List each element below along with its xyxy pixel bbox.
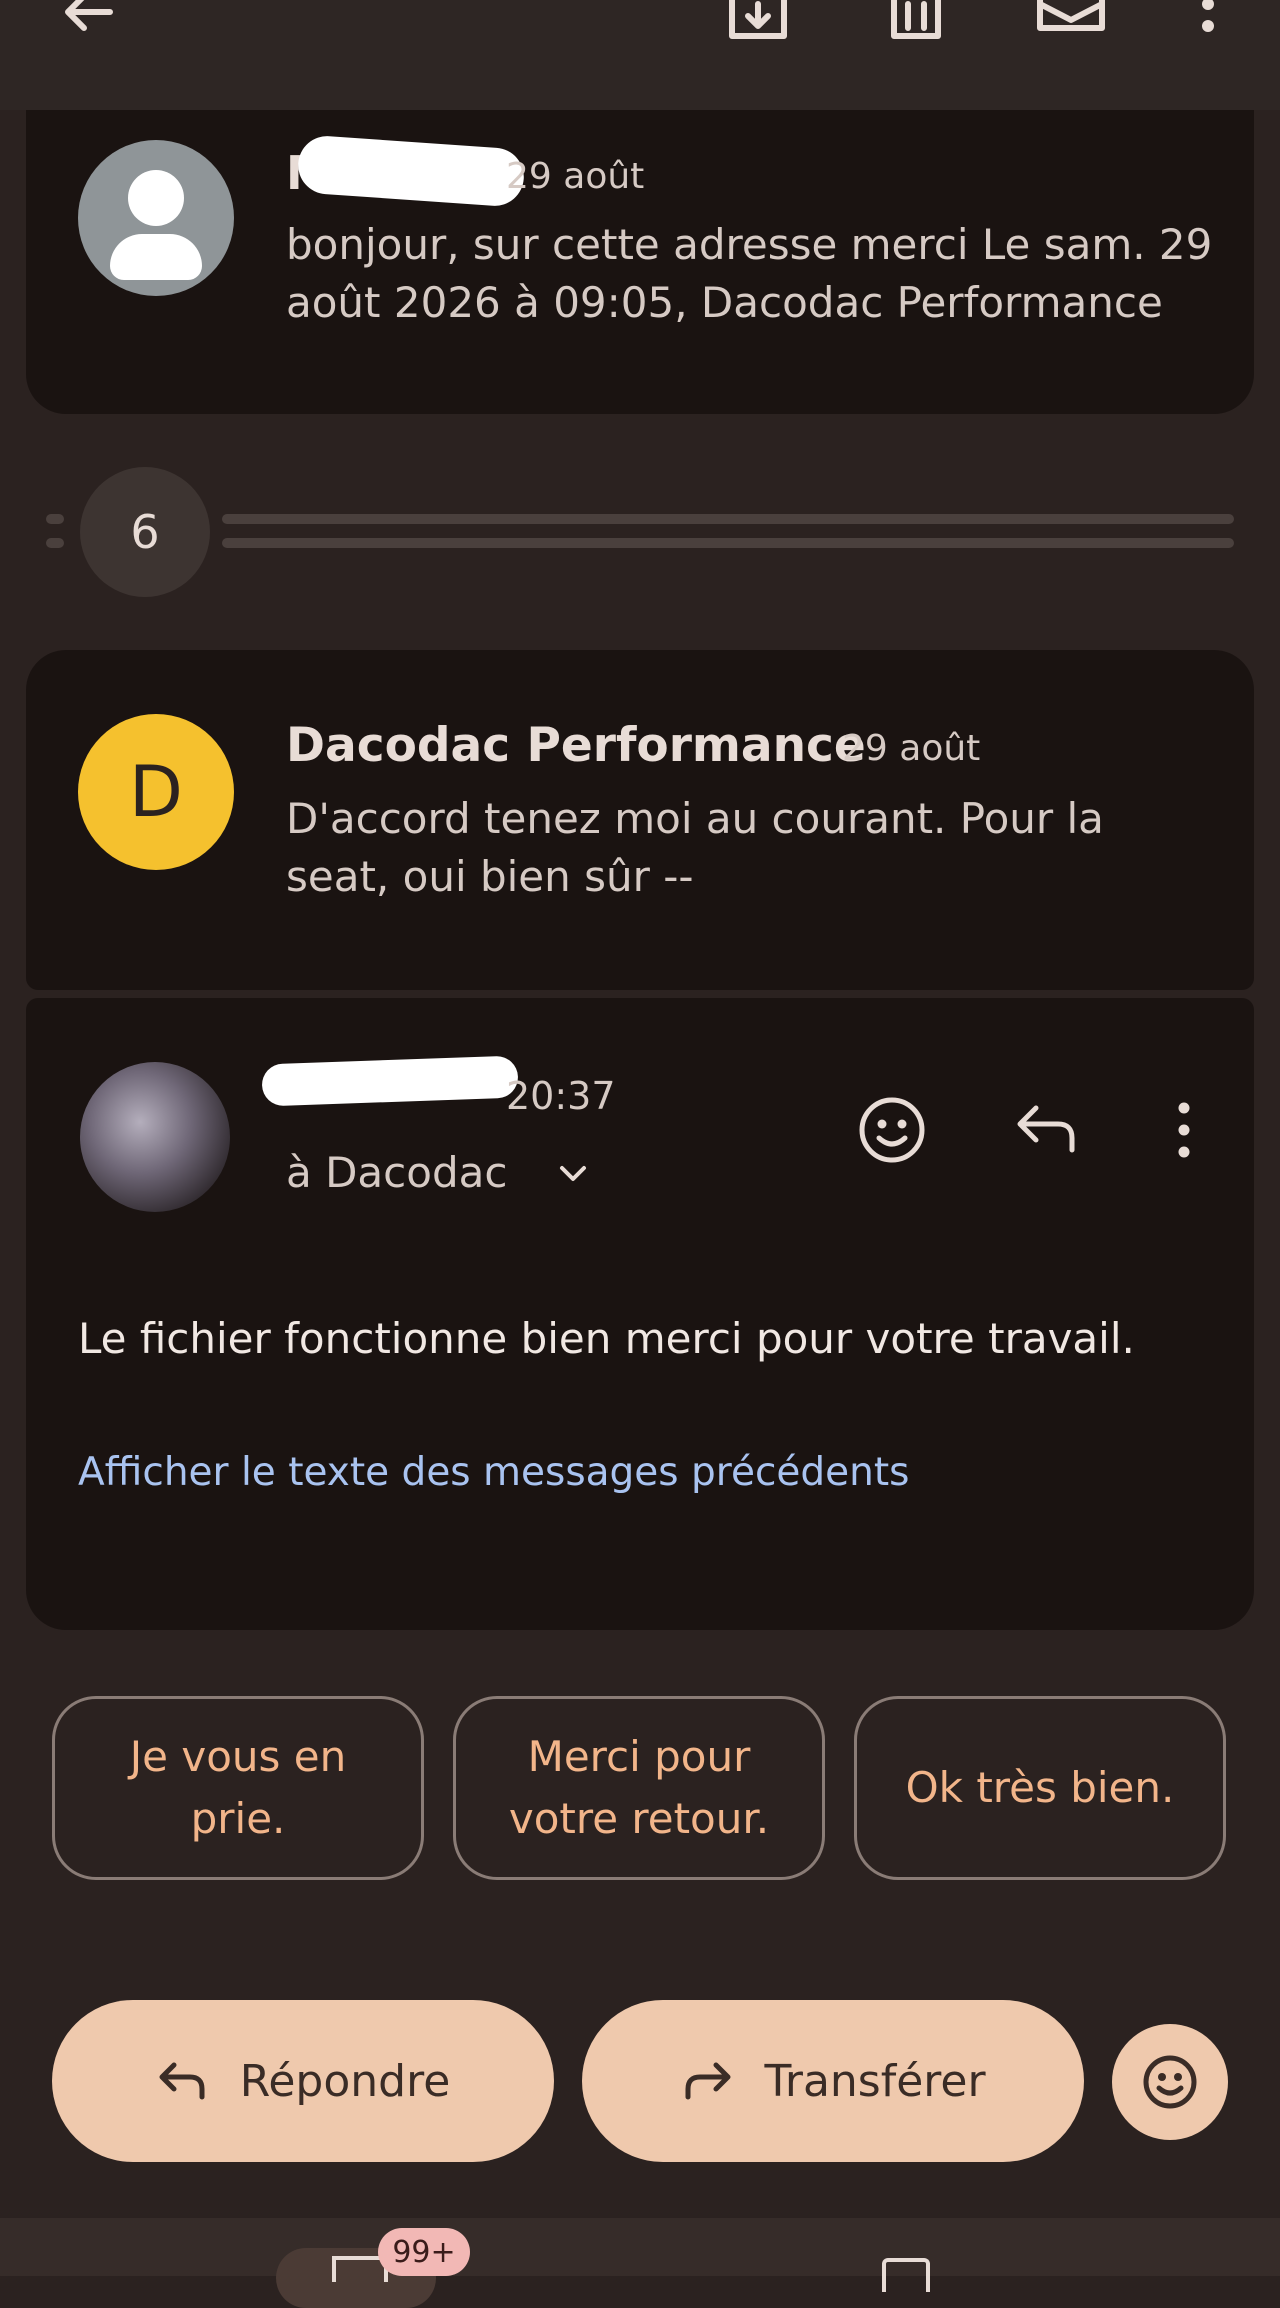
avatar: D — [78, 714, 234, 870]
person-icon — [78, 140, 234, 296]
trash-icon[interactable] — [886, 0, 946, 44]
smart-reply-chip[interactable]: Merci pour votre retour. — [453, 1696, 825, 1880]
more-vertical-icon[interactable] — [1172, 1100, 1196, 1160]
unread-badge: 99+ — [378, 2228, 470, 2276]
recipient-label[interactable]: à Dacodac — [286, 1148, 507, 1197]
divider — [46, 514, 64, 524]
message-card-2[interactable]: D Dacodac Performance 29 août D'accord t… — [26, 650, 1254, 990]
avatar — [80, 1062, 230, 1212]
forward-icon — [685, 2062, 731, 2100]
message-date: 29 août — [506, 156, 645, 197]
message-date: 29 août — [842, 728, 981, 769]
message-preview: D'accord tenez moi au courant. Pour la s… — [286, 794, 1104, 901]
mail-icon[interactable] — [1036, 0, 1106, 40]
archive-icon[interactable] — [728, 0, 788, 44]
arrow-left-icon[interactable] — [58, 0, 118, 40]
chevron-down-icon[interactable] — [556, 1162, 590, 1186]
emoji-button[interactable] — [1112, 2024, 1228, 2140]
collapsed-count-badge[interactable]: 6 — [80, 467, 210, 597]
message-preview: bonjour, sur cette adresse merci Le sam.… — [286, 220, 1213, 327]
show-quoted-link[interactable]: Afficher le texte des messages précédent… — [78, 1450, 909, 1495]
top-app-bar — [0, 0, 1280, 110]
emoji-reaction-icon[interactable] — [856, 1094, 928, 1166]
forward-button[interactable]: Transférer — [582, 2000, 1084, 2162]
forward-label: Transférer — [764, 2055, 986, 2107]
smart-reply-chip[interactable]: Ok très bien. — [854, 1696, 1226, 1880]
message-time: 20:37 — [506, 1074, 616, 1118]
more-vertical-icon[interactable] — [1196, 0, 1220, 40]
collapsed-line — [222, 538, 1234, 548]
redaction-mark — [261, 1055, 519, 1107]
message-body: Le fichier fonctionne bien merci pour vo… — [78, 1314, 1135, 1363]
collapsed-line — [222, 514, 1234, 524]
divider — [46, 538, 64, 548]
bottom-navigation: 99+ — [0, 2218, 1280, 2308]
message-card-3: 20:37 à Dacodac Le fichier fonctionne bi… — [26, 998, 1254, 1630]
video-icon[interactable] — [882, 2258, 930, 2292]
sender-name: Dacodac Performance — [286, 718, 866, 773]
smart-reply-chip[interactable]: Je vous en prie. — [52, 1696, 424, 1880]
reply-icon — [159, 2062, 205, 2100]
reply-button[interactable]: Répondre — [52, 2000, 554, 2162]
reply-label: Répondre — [239, 2055, 451, 2107]
message-card-1[interactable]: MOI 29 août bonjour, sur cette adresse m… — [26, 110, 1254, 414]
emoji-icon — [1143, 2055, 1197, 2109]
reply-icon[interactable] — [1012, 1100, 1082, 1160]
